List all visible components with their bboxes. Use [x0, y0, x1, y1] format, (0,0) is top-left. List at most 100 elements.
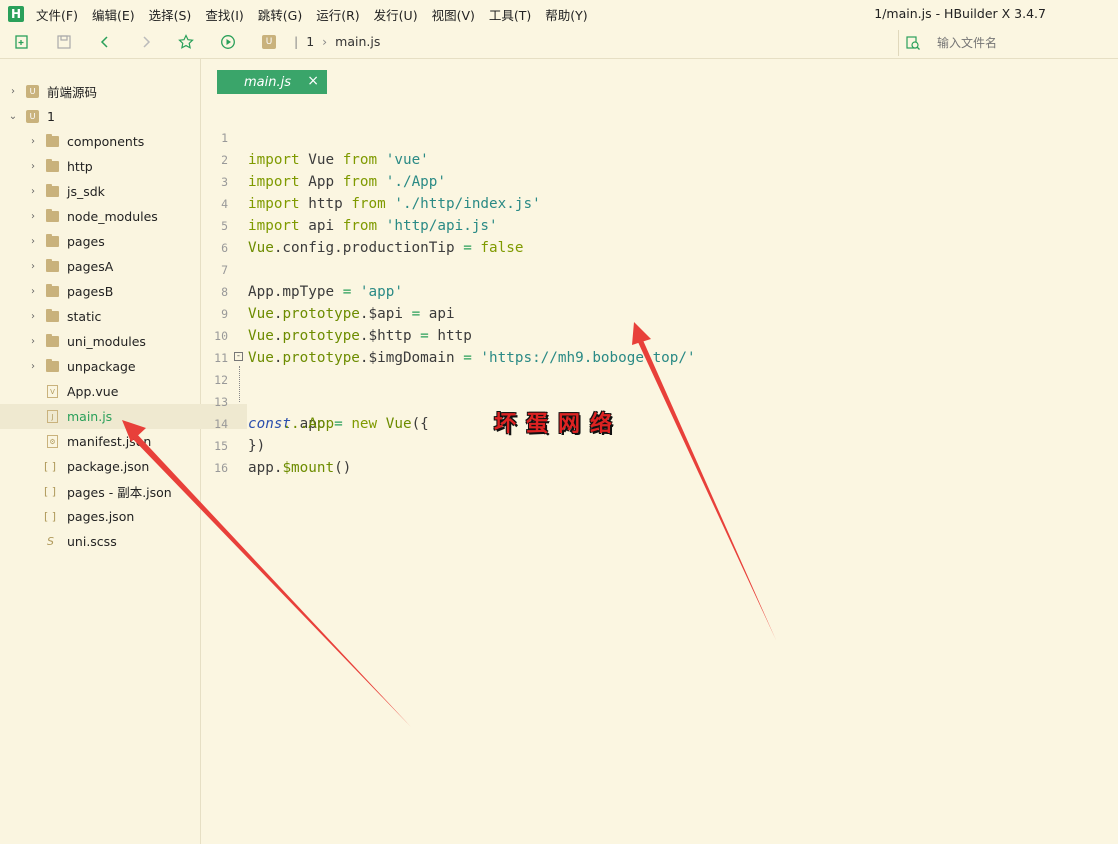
tree-folder-http[interactable]: › http	[0, 154, 228, 179]
chevron-down-icon[interactable]: ⌄	[8, 111, 18, 122]
folder-icon	[46, 209, 59, 222]
hbuilder-logo-icon: H	[8, 6, 24, 22]
folder-icon	[46, 134, 59, 147]
chevron-right-icon[interactable]: ›	[28, 161, 38, 172]
code-line: 13 ...App	[201, 369, 334, 432]
tree-folder-pagesB[interactable]: › pagesB	[0, 279, 228, 304]
tree-folder-pages[interactable]: › pages	[0, 229, 228, 254]
back-icon[interactable]	[96, 34, 114, 52]
tree-item-label: pages.json	[67, 509, 135, 524]
chevron-right-icon[interactable]: ›	[28, 186, 38, 197]
tree-item-label: unpackage	[67, 359, 136, 374]
file-search-input[interactable]	[935, 35, 1109, 51]
code-line: 16	[201, 435, 235, 475]
tree-folder-components[interactable]: › components	[0, 129, 228, 154]
chevron-right-icon[interactable]: ›	[28, 236, 38, 247]
menu-run[interactable]: 运行(R)	[316, 5, 359, 24]
tree-item-label: http	[67, 159, 93, 174]
json-file-icon: [ ]	[44, 485, 57, 498]
menu-help[interactable]: 帮助(Y)	[545, 5, 587, 24]
folder-icon	[46, 284, 59, 297]
code-line: 8 Vue.prototype.$api = api	[201, 259, 455, 322]
tree-item-label: 前端源码	[47, 85, 98, 100]
project-sidebar: › U 前端源码 ⌄ U 1 › components › http › js_…	[0, 59, 247, 844]
chevron-right-icon[interactable]: ›	[28, 361, 38, 372]
tree-item-label: uni.scss	[67, 534, 117, 549]
folder-icon	[46, 159, 59, 172]
vue-file-icon: V	[47, 385, 58, 398]
tree-folder-pagesA[interactable]: › pagesA	[0, 254, 228, 279]
tree-item-project-1[interactable]: ⌄ U 1	[0, 104, 208, 129]
project-badge-icon: U	[262, 34, 276, 49]
folder-icon	[46, 309, 59, 322]
breadcrumb-file[interactable]: main.js	[335, 34, 380, 49]
tree-item-label: pagesB	[67, 284, 114, 299]
project-icon: U	[26, 110, 39, 123]
fold-toggle-icon[interactable]: -	[234, 352, 243, 361]
tree-item-label: components	[67, 134, 145, 149]
chevron-right-icon[interactable]: ›	[8, 86, 18, 97]
chevron-right-icon: ›	[322, 34, 328, 49]
close-icon[interactable]: ×	[307, 73, 319, 89]
json-file-icon: [ ]	[44, 510, 57, 523]
new-file-icon[interactable]	[13, 34, 31, 52]
chevron-right-icon[interactable]: ›	[28, 336, 38, 347]
code-line: 3 import http from './http/index.js'	[201, 149, 541, 212]
tree-file-uni-scss[interactable]: S uni.scss	[0, 529, 247, 554]
code-line: 7 App.mpType = 'app'	[201, 237, 403, 300]
menu-file[interactable]: 文件(F)	[36, 5, 78, 24]
menu-select[interactable]: 选择(S)	[149, 5, 192, 24]
tree-item-label: pages	[67, 234, 105, 249]
chevron-right-icon[interactable]: ›	[28, 261, 38, 272]
breadcrumb: U | 1 › main.js	[262, 34, 380, 49]
json-file-icon: [ ]	[44, 460, 57, 473]
menu-goto[interactable]: 跳转(G)	[258, 5, 302, 24]
code-line: 12 - const app = new Vue({	[201, 347, 429, 433]
code-line: 14 })	[201, 391, 265, 454]
tree-item-project-frontend[interactable]: › U 前端源码	[0, 79, 208, 104]
folder-icon	[46, 184, 59, 197]
code-line: 1 import Vue from 'vue'	[201, 105, 429, 168]
menu-publish[interactable]: 发行(U)	[374, 5, 418, 24]
menu-bar: H 文件(F) 编辑(E) 选择(S) 查找(I) 跳转(G) 运行(R) 发行…	[0, 0, 1118, 28]
search-file-icon	[905, 35, 921, 51]
file-search	[898, 30, 1118, 56]
menu-find[interactable]: 查找(I)	[205, 5, 243, 24]
fold-guide	[239, 366, 241, 402]
tree-folder-uni-modules[interactable]: › uni_modules	[0, 329, 228, 354]
tab-main-js[interactable]: main.js ×	[217, 70, 327, 94]
menu-view[interactable]: 视图(V)	[432, 5, 475, 24]
editor-tabstrip: main.js ×	[201, 59, 1118, 95]
save-icon[interactable]	[55, 34, 73, 52]
manifest-file-icon: ⚙	[47, 435, 58, 448]
tree-folder-unpackage[interactable]: › unpackage	[0, 354, 228, 379]
breadcrumb-separator: |	[294, 34, 299, 49]
watermark: 坏蛋网络	[494, 411, 623, 437]
tree-folder-static[interactable]: › static	[0, 304, 228, 329]
code-line: 11	[201, 325, 235, 365]
line-number: 16	[214, 461, 228, 475]
tree-item-label: 1	[47, 109, 55, 124]
tree-item-label: main.js	[67, 409, 113, 424]
breadcrumb-project[interactable]: 1	[306, 34, 314, 49]
star-icon[interactable]	[177, 34, 195, 52]
chevron-right-icon[interactable]: ›	[28, 286, 38, 297]
folder-icon	[46, 259, 59, 272]
chevron-right-icon[interactable]: ›	[28, 136, 38, 147]
menu-edit[interactable]: 编辑(E)	[92, 5, 135, 24]
arrow-to-img-domain	[632, 322, 776, 640]
tree-item-label: static	[67, 309, 102, 324]
folder-icon	[46, 234, 59, 247]
code-line: 9 Vue.prototype.$http = http	[201, 281, 472, 344]
chevron-right-icon[interactable]: ›	[28, 311, 38, 322]
menu-tools[interactable]: 工具(T)	[489, 5, 531, 24]
code-line: 4 import api from 'http/api.js'	[201, 171, 498, 234]
tree-folder-node-modules[interactable]: › node_modules	[0, 204, 228, 229]
run-icon[interactable]	[219, 34, 237, 52]
tree-folder-js-sdk[interactable]: › js_sdk	[0, 179, 228, 204]
code-line: 2 import App from './App'	[201, 127, 446, 190]
chevron-right-icon[interactable]: ›	[28, 211, 38, 222]
forward-icon[interactable]	[137, 34, 155, 52]
tree-item-label: manifest.json	[67, 434, 152, 449]
window-title: 1/main.js - HBuilder X 3.4.7	[874, 6, 1046, 21]
